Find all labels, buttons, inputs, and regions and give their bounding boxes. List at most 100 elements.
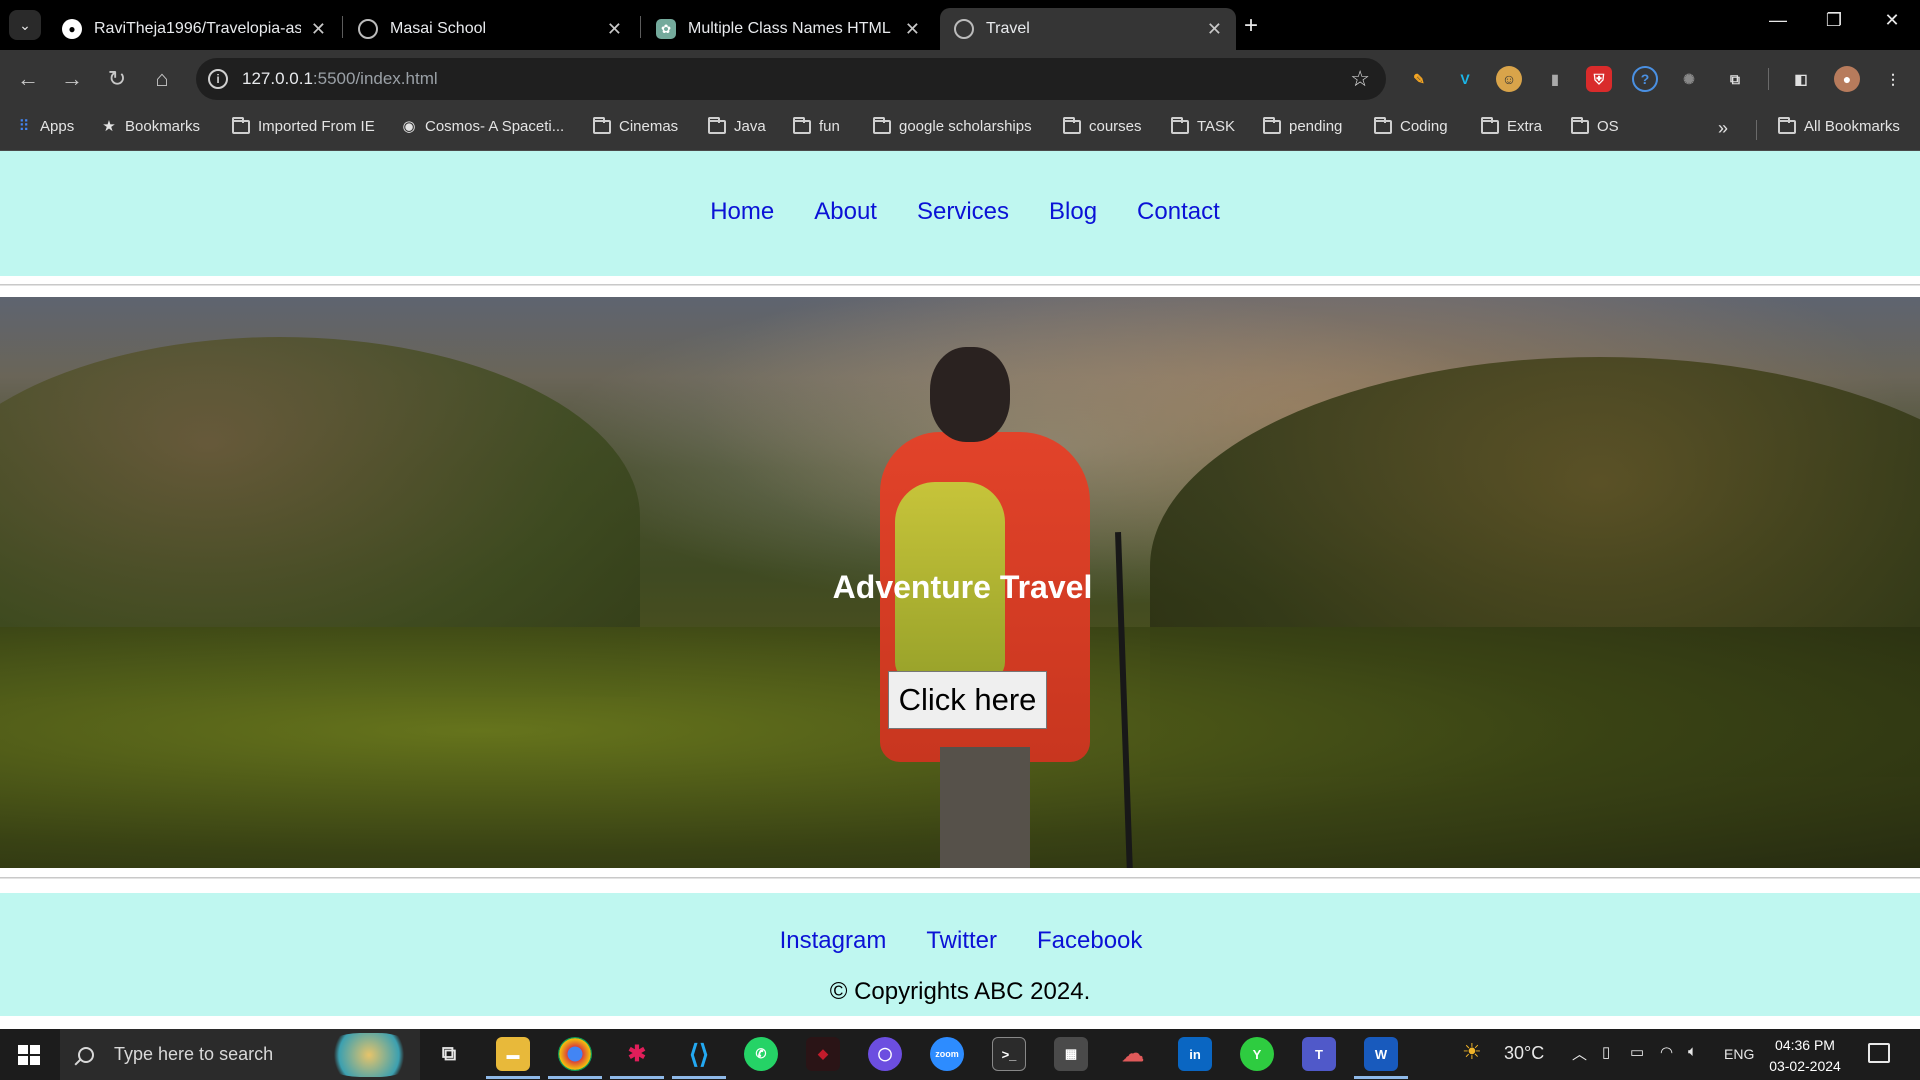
bookmark-courses[interactable]: courses bbox=[1063, 116, 1142, 135]
extensions-puzzle-icon[interactable]: ⧉ bbox=[1722, 66, 1748, 92]
twitter-link[interactable]: Twitter bbox=[926, 927, 997, 955]
volume-icon[interactable]: 🔈︎ bbox=[1688, 1043, 1697, 1060]
windows-taskbar: Type here to search ⧉ ▬ ✱ ⟨⟩ ✆ ◆ ◯ zoom … bbox=[0, 1029, 1920, 1080]
weather-temperature[interactable]: 30°C bbox=[1504, 1043, 1544, 1064]
bookmark-task[interactable]: TASK bbox=[1171, 116, 1235, 135]
nav-contact-link[interactable]: Contact bbox=[1137, 198, 1220, 226]
bookmark-cosmos[interactable]: ◉ Cosmos- A Spaceti... bbox=[401, 118, 564, 135]
minimize-icon[interactable]: — bbox=[1758, 10, 1798, 31]
restore-icon[interactable]: ❐ bbox=[1814, 10, 1854, 31]
bookmark-coding[interactable]: Coding bbox=[1374, 116, 1448, 135]
new-tab-button[interactable]: + bbox=[1244, 12, 1258, 40]
battery-icon[interactable]: ▭ bbox=[1630, 1043, 1644, 1061]
close-icon[interactable]: ✕ bbox=[905, 19, 920, 40]
chrome-icon[interactable] bbox=[548, 1037, 602, 1079]
shield-extension-icon[interactable]: ⛨ bbox=[1586, 66, 1612, 92]
taskbar-search-box[interactable]: Type here to search bbox=[60, 1029, 420, 1080]
wifi-icon[interactable]: ◠ bbox=[1660, 1043, 1673, 1061]
bookmark-java[interactable]: Java bbox=[708, 116, 766, 135]
calculator-icon[interactable]: ▦ bbox=[1054, 1037, 1088, 1071]
nav-about-link[interactable]: About bbox=[814, 198, 877, 226]
instagram-link[interactable]: Instagram bbox=[780, 927, 887, 955]
browser-toolbar: ← → ↻ ⌂ i 127.0.0.1:5500/index.html ☆ ✎ … bbox=[0, 50, 1920, 108]
nav-home-link[interactable]: Home bbox=[710, 198, 774, 226]
bookmark-pending[interactable]: pending bbox=[1263, 116, 1342, 135]
close-icon[interactable]: ✕ bbox=[1207, 19, 1222, 40]
search-highlight-image bbox=[324, 1033, 414, 1077]
folder-icon bbox=[708, 116, 726, 134]
game-app-icon[interactable]: ◆ bbox=[806, 1037, 840, 1071]
forward-arrow-icon[interactable]: → bbox=[57, 64, 87, 94]
bookmark-os[interactable]: OS bbox=[1571, 116, 1619, 135]
language-indicator[interactable]: ENG bbox=[1724, 1046, 1754, 1062]
window-close-icon[interactable]: ✕ bbox=[1872, 10, 1912, 31]
branch-app-icon[interactable]: Y bbox=[1240, 1037, 1274, 1071]
task-view-icon[interactable]: ⧉ bbox=[432, 1037, 466, 1071]
facebook-link[interactable]: Facebook bbox=[1037, 927, 1142, 955]
bug-extension-icon[interactable]: ✺ bbox=[1676, 66, 1702, 92]
tab-travel[interactable]: Travel ✕ bbox=[940, 8, 1236, 50]
notifications-icon[interactable] bbox=[1868, 1043, 1890, 1063]
windows-start-icon[interactable] bbox=[18, 1045, 40, 1065]
vscode-icon[interactable]: ⟨⟩ bbox=[672, 1037, 726, 1079]
tab-masai-school[interactable]: Masai School ✕ bbox=[344, 8, 636, 50]
word-icon[interactable]: W bbox=[1354, 1037, 1408, 1079]
terminal-icon[interactable]: >_ bbox=[992, 1037, 1026, 1071]
grammar-extension-icon[interactable]: ? bbox=[1632, 66, 1658, 92]
nav-blog-link[interactable]: Blog bbox=[1049, 198, 1097, 226]
tab-github[interactable]: ● RaviTheja1996/Travelopia-assig ✕ bbox=[48, 8, 340, 50]
taskbar-clock[interactable]: 04:36 PM 03-02-2024 bbox=[1760, 1035, 1850, 1077]
profile-avatar[interactable]: ● bbox=[1834, 66, 1860, 92]
tab-multiple-class-names[interactable]: ✿ Multiple Class Names HTML ✕ bbox=[642, 8, 934, 50]
click-here-button[interactable]: Click here bbox=[888, 671, 1047, 729]
side-panel-icon[interactable]: ◧ bbox=[1788, 66, 1814, 92]
horizontal-rule bbox=[0, 877, 1920, 879]
whatsapp-icon[interactable]: ✆ bbox=[744, 1037, 778, 1071]
folder-icon bbox=[232, 116, 250, 134]
zoom-icon[interactable]: zoom bbox=[930, 1037, 964, 1071]
bookmark-imported-from-ie[interactable]: Imported From IE bbox=[232, 116, 375, 135]
face-extension-icon[interactable]: ☺ bbox=[1496, 66, 1522, 92]
clock-date: 03-02-2024 bbox=[1769, 1058, 1841, 1074]
close-icon[interactable]: ✕ bbox=[607, 19, 622, 40]
url-text[interactable]: 127.0.0.1:5500/index.html bbox=[242, 69, 438, 89]
reload-icon[interactable]: ↻ bbox=[102, 64, 132, 94]
slack-icon[interactable]: ✱ bbox=[610, 1037, 664, 1079]
site-icon: ◉ bbox=[402, 117, 416, 135]
close-icon[interactable]: ✕ bbox=[311, 19, 326, 40]
bookmark-cinemas[interactable]: Cinemas bbox=[593, 116, 678, 135]
bottle-extension-icon[interactable]: ▮ bbox=[1542, 66, 1568, 92]
bookmark-all-bookmarks[interactable]: All Bookmarks bbox=[1778, 116, 1900, 135]
site-info-icon[interactable]: i bbox=[208, 69, 228, 89]
more-menu-icon[interactable]: ⋮ bbox=[1880, 66, 1906, 92]
bookmarks-bar: ⠿ Apps ★ Bookmarks Imported From IE ◉ Cosmo… bbox=[0, 108, 1920, 151]
more-bookmarks-icon[interactable]: » bbox=[1718, 118, 1728, 139]
purple-app-icon[interactable]: ◯ bbox=[868, 1037, 902, 1071]
pen-extension-icon[interactable]: ✎ bbox=[1406, 66, 1432, 92]
back-arrow-icon[interactable]: ← bbox=[13, 64, 43, 94]
bookmark-extra[interactable]: Extra bbox=[1481, 116, 1542, 135]
bookmark-apps[interactable]: ⠿ Apps bbox=[16, 118, 75, 135]
hero-section: Adventure Travel Click here bbox=[0, 297, 1920, 868]
bookmark-google-scholarships[interactable]: google scholarships bbox=[873, 116, 1032, 135]
linkedin-icon[interactable]: in bbox=[1178, 1037, 1212, 1071]
device-icon[interactable]: ▯ bbox=[1602, 1043, 1610, 1061]
file-explorer-icon[interactable]: ▬ bbox=[486, 1037, 540, 1079]
tray-chevron-up-icon[interactable]: ︿ bbox=[1572, 1043, 1587, 1064]
hiker-image bbox=[860, 347, 1135, 868]
folder-icon bbox=[793, 116, 811, 134]
page-viewport: Home About Services Blog Contact Adventu… bbox=[0, 151, 1920, 1029]
teams-icon[interactable]: T bbox=[1302, 1037, 1336, 1071]
search-icon bbox=[78, 1046, 94, 1063]
weather-cloud-app-icon[interactable]: ☁ bbox=[1116, 1037, 1150, 1071]
address-bar[interactable]: i 127.0.0.1:5500/index.html ☆ bbox=[196, 58, 1386, 100]
tab-search-button[interactable]: ⌄ bbox=[9, 10, 41, 40]
nav-services-link[interactable]: Services bbox=[917, 198, 1009, 226]
bookmark-star-icon[interactable]: ☆ bbox=[1350, 66, 1370, 92]
bookmark-fun[interactable]: fun bbox=[793, 116, 840, 135]
vimeo-extension-icon[interactable]: V bbox=[1452, 66, 1478, 92]
bookmark-bookmarks[interactable]: ★ Bookmarks bbox=[101, 118, 200, 135]
weather-icon[interactable]: ☀ bbox=[1462, 1039, 1482, 1065]
folder-icon bbox=[1571, 116, 1589, 134]
home-icon[interactable]: ⌂ bbox=[147, 64, 177, 94]
